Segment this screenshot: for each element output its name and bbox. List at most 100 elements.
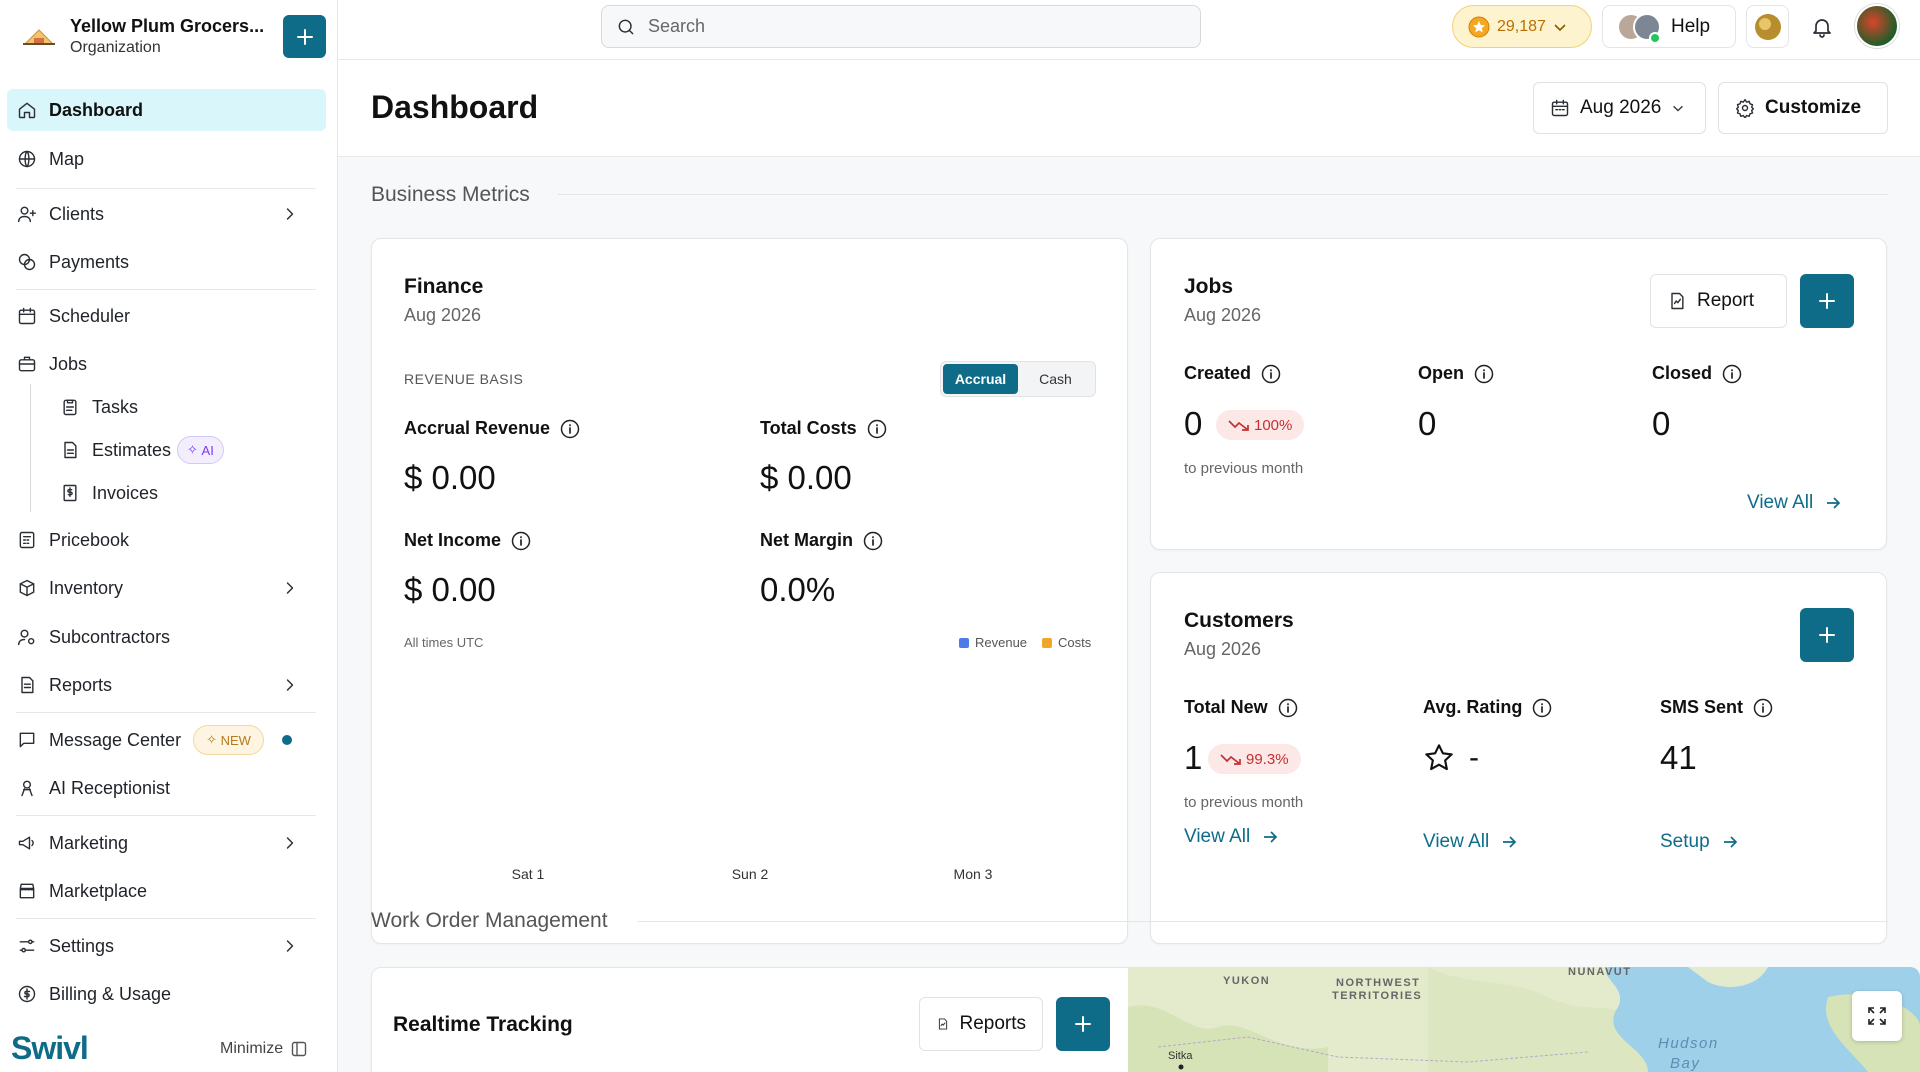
month-value: Aug 2026 bbox=[1580, 97, 1662, 118]
chevron-right-icon bbox=[286, 208, 294, 220]
sidebar-item-billing[interactable]: Billing & Usage bbox=[7, 973, 326, 1015]
sidebar-item-inventory[interactable]: Inventory bbox=[7, 567, 326, 609]
accrual-revenue-label: Accrual Revenue bbox=[404, 418, 580, 439]
arrow-right-icon bbox=[1503, 836, 1517, 848]
sidebar-item-ai-receptionist[interactable]: AI Receptionist bbox=[7, 767, 326, 809]
apps-button[interactable] bbox=[1746, 5, 1789, 48]
info-icon[interactable] bbox=[560, 419, 580, 439]
badge-text: AI bbox=[201, 442, 214, 458]
sidebar-item-jobs[interactable]: Jobs bbox=[7, 343, 326, 385]
sidebar-item-marketplace[interactable]: Marketplace bbox=[7, 870, 326, 912]
divider bbox=[16, 289, 316, 290]
minimize-button[interactable]: Minimize bbox=[220, 1040, 307, 1058]
info-icon[interactable] bbox=[1261, 364, 1281, 384]
sidebar-item-settings[interactable]: Settings bbox=[7, 925, 326, 967]
sidebar-item-pricebook[interactable]: Pricebook bbox=[7, 519, 326, 561]
jobs-view-all-link[interactable]: View All bbox=[1747, 492, 1841, 514]
sidebar-item-label: Estimates bbox=[92, 439, 172, 460]
sidebar-item-payments[interactable]: Payments bbox=[7, 241, 326, 283]
toggle-cash[interactable]: Cash bbox=[1018, 364, 1093, 394]
net-margin-label: Net Margin bbox=[760, 530, 883, 551]
megaphone-icon bbox=[18, 836, 34, 850]
sms-setup-link[interactable]: Setup bbox=[1660, 831, 1738, 853]
sidebar-item-invoices[interactable]: Invoices bbox=[50, 472, 326, 514]
metric-label: Accrual Revenue bbox=[404, 418, 551, 438]
clipboard-icon bbox=[63, 399, 77, 416]
notifications-button[interactable] bbox=[1800, 5, 1843, 48]
sidebar-item-estimates[interactable]: Estimates ✧ AI bbox=[50, 429, 326, 471]
rating-view-all-link[interactable]: View All bbox=[1423, 831, 1517, 853]
tracking-reports-button[interactable]: Reports bbox=[919, 997, 1043, 1051]
info-icon[interactable] bbox=[1532, 698, 1552, 718]
toggle-accrual[interactable]: Accrual bbox=[943, 364, 1018, 394]
jobs-report-button[interactable]: Report bbox=[1650, 274, 1787, 328]
info-icon[interactable] bbox=[1278, 698, 1298, 718]
divider bbox=[16, 815, 316, 816]
sidebar-item-label: Clients bbox=[49, 203, 105, 224]
metric-label: Closed bbox=[1652, 363, 1713, 383]
finance-chart: Sat 1 Sun 2 Mon 3 bbox=[512, 866, 993, 882]
divider bbox=[16, 918, 316, 919]
search-box[interactable] bbox=[601, 5, 1201, 48]
sidebar-item-label: Dashboard bbox=[49, 99, 144, 120]
sidebar-item-scheduler[interactable]: Scheduler bbox=[7, 295, 326, 337]
sidebar-item-reports[interactable]: Reports bbox=[7, 664, 326, 706]
brand-logo: Swivl bbox=[11, 1030, 89, 1066]
metric-label: Open bbox=[1418, 363, 1465, 383]
metric-label: Net Income bbox=[404, 530, 502, 550]
tracking-map[interactable]: YUKON NORTHWEST TERRITORIES NUNAVUT Huds… bbox=[1128, 967, 1920, 1072]
info-icon[interactable] bbox=[863, 531, 883, 551]
customers-period: Aug 2026 bbox=[1184, 639, 1262, 659]
info-icon[interactable] bbox=[1753, 698, 1773, 718]
customers-view-all-link[interactable]: View All bbox=[1184, 826, 1278, 848]
quick-add-button[interactable] bbox=[283, 15, 326, 58]
page-title: Dashboard bbox=[371, 89, 539, 125]
minimize-label: Minimize bbox=[220, 1040, 284, 1057]
coins-balance[interactable]: 29,187 bbox=[1452, 5, 1592, 48]
legend-costs: Costs bbox=[1042, 635, 1091, 650]
user-avatar[interactable] bbox=[1855, 4, 1899, 48]
sidebar-item-message-center[interactable]: Message Center ✧ NEW bbox=[7, 719, 326, 761]
month-picker[interactable]: Aug 2026 bbox=[1533, 82, 1706, 134]
info-icon[interactable] bbox=[867, 419, 887, 439]
customize-button[interactable]: Customize bbox=[1718, 82, 1888, 134]
x-tick-label: Sun 2 bbox=[732, 866, 769, 882]
info-icon[interactable] bbox=[511, 531, 531, 551]
reports-label: Reports bbox=[959, 1013, 1026, 1034]
add-customer-button[interactable] bbox=[1800, 608, 1854, 662]
avg-rating-label: Avg. Rating bbox=[1423, 697, 1552, 718]
add-tracking-button[interactable] bbox=[1056, 997, 1110, 1051]
section-title-work-orders: Work Order Management bbox=[371, 909, 608, 932]
metric-label: Avg. Rating bbox=[1423, 697, 1523, 717]
submenu-guide bbox=[30, 384, 31, 512]
finance-period: Aug 2026 bbox=[404, 305, 482, 325]
jobs-closed-value: 0 bbox=[1652, 405, 1671, 442]
sidebar-item-tasks[interactable]: Tasks bbox=[50, 386, 326, 428]
globe-icon bbox=[18, 150, 36, 168]
plus-icon bbox=[1819, 293, 1835, 309]
section-divider bbox=[558, 194, 1888, 195]
net-income-label: Net Income bbox=[404, 530, 531, 551]
sidebar-item-clients[interactable]: Clients bbox=[7, 193, 326, 235]
info-icon[interactable] bbox=[1722, 364, 1742, 384]
badge-text: NEW bbox=[220, 732, 251, 748]
org-type: Organization bbox=[70, 39, 161, 56]
sidebar-item-marketing[interactable]: Marketing bbox=[7, 822, 326, 864]
arrow-right-icon bbox=[1264, 831, 1278, 843]
sidebar-item-subcontractors[interactable]: Subcontractors bbox=[7, 616, 326, 658]
info-icon[interactable] bbox=[1474, 364, 1494, 384]
help-button[interactable]: Help bbox=[1602, 5, 1736, 48]
receptionist-icon bbox=[21, 780, 33, 797]
map-label: YUKON bbox=[1223, 975, 1271, 987]
sidebar-item-dashboard[interactable]: Dashboard bbox=[7, 89, 326, 131]
trend-down-icon bbox=[1220, 754, 1241, 765]
customers-compare-note: to previous month bbox=[1184, 794, 1304, 811]
add-job-button[interactable] bbox=[1800, 274, 1854, 328]
timezone-note: All times UTC bbox=[404, 635, 484, 650]
jobs-created-label: Created bbox=[1184, 363, 1281, 384]
search-input[interactable] bbox=[648, 16, 1168, 37]
sidebar-item-map[interactable]: Map bbox=[7, 138, 326, 180]
map-fullscreen-button[interactable] bbox=[1852, 991, 1902, 1041]
metric-label: SMS Sent bbox=[1660, 697, 1744, 717]
total-costs-value: $ 0.00 bbox=[760, 459, 852, 496]
